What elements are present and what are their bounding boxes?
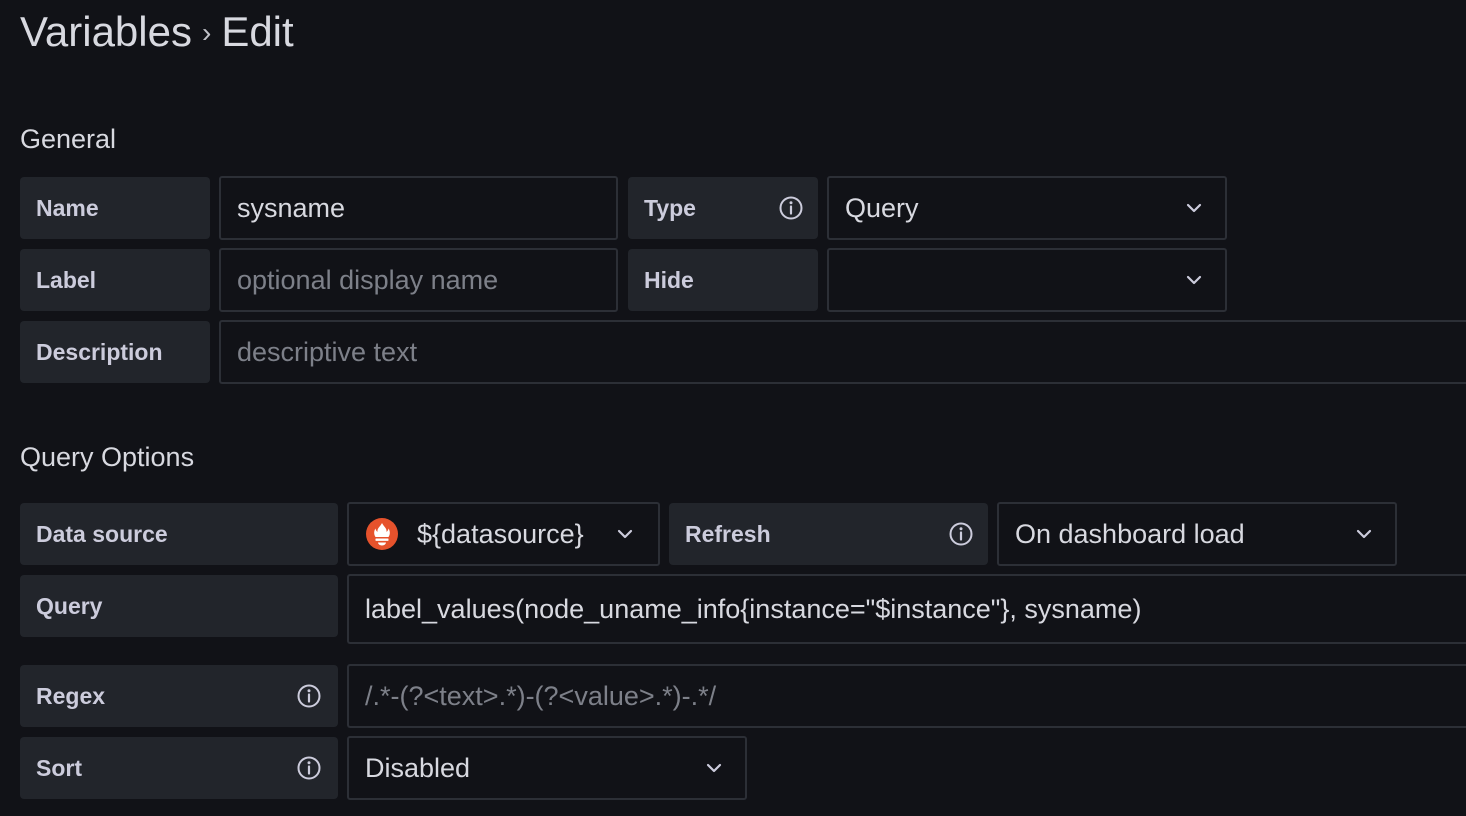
query-options-heading: Query Options — [20, 442, 195, 472]
data-source-picker[interactable]: ${datasource} — [347, 502, 660, 566]
name-label: Name — [20, 177, 210, 239]
query-label: Query — [20, 575, 338, 637]
query-editor[interactable]: label_values(node_uname_info{instance="$… — [347, 574, 1466, 644]
info-circle-icon[interactable] — [778, 195, 804, 221]
type-select[interactable]: Query — [827, 176, 1227, 240]
regex-input[interactable]: /.*-(?<text>.*)-(?<value>.*)-.*/ — [347, 664, 1466, 728]
description-input[interactable]: descriptive text — [219, 320, 1466, 384]
chevron-down-icon — [1356, 529, 1372, 539]
prometheus-logo-icon — [366, 518, 398, 550]
info-circle-icon[interactable] — [948, 521, 974, 547]
chevron-down-icon — [617, 529, 633, 539]
info-circle-icon[interactable] — [296, 755, 322, 781]
label-label: Label — [20, 249, 210, 311]
regex-label: Regex — [20, 665, 338, 727]
breadcrumb-edit: Edit — [221, 8, 294, 55]
name-input[interactable]: sysname — [219, 176, 618, 240]
label-input[interactable]: optional display name — [219, 248, 618, 312]
chevron-down-icon — [1186, 275, 1202, 285]
variable-edit-page: Variables › Edit General Name sysname Ty… — [0, 0, 1466, 816]
chevron-down-icon — [706, 763, 722, 773]
description-label: Description — [20, 321, 210, 383]
breadcrumb-variables[interactable]: Variables — [20, 8, 192, 56]
sort-select[interactable]: Disabled — [347, 736, 747, 800]
type-label: Type — [628, 177, 818, 239]
info-circle-icon[interactable] — [296, 683, 322, 709]
page-title: Variables › Edit — [20, 8, 294, 56]
refresh-select[interactable]: On dashboard load — [997, 502, 1397, 566]
breadcrumb-separator: › — [201, 17, 212, 48]
sort-label: Sort — [20, 737, 338, 799]
refresh-label: Refresh — [669, 503, 988, 565]
data-source-label: Data source — [20, 503, 338, 565]
hide-label: Hide — [628, 249, 818, 311]
chevron-down-icon — [1186, 203, 1202, 213]
hide-select[interactable] — [827, 248, 1227, 312]
general-heading: General — [20, 124, 117, 154]
